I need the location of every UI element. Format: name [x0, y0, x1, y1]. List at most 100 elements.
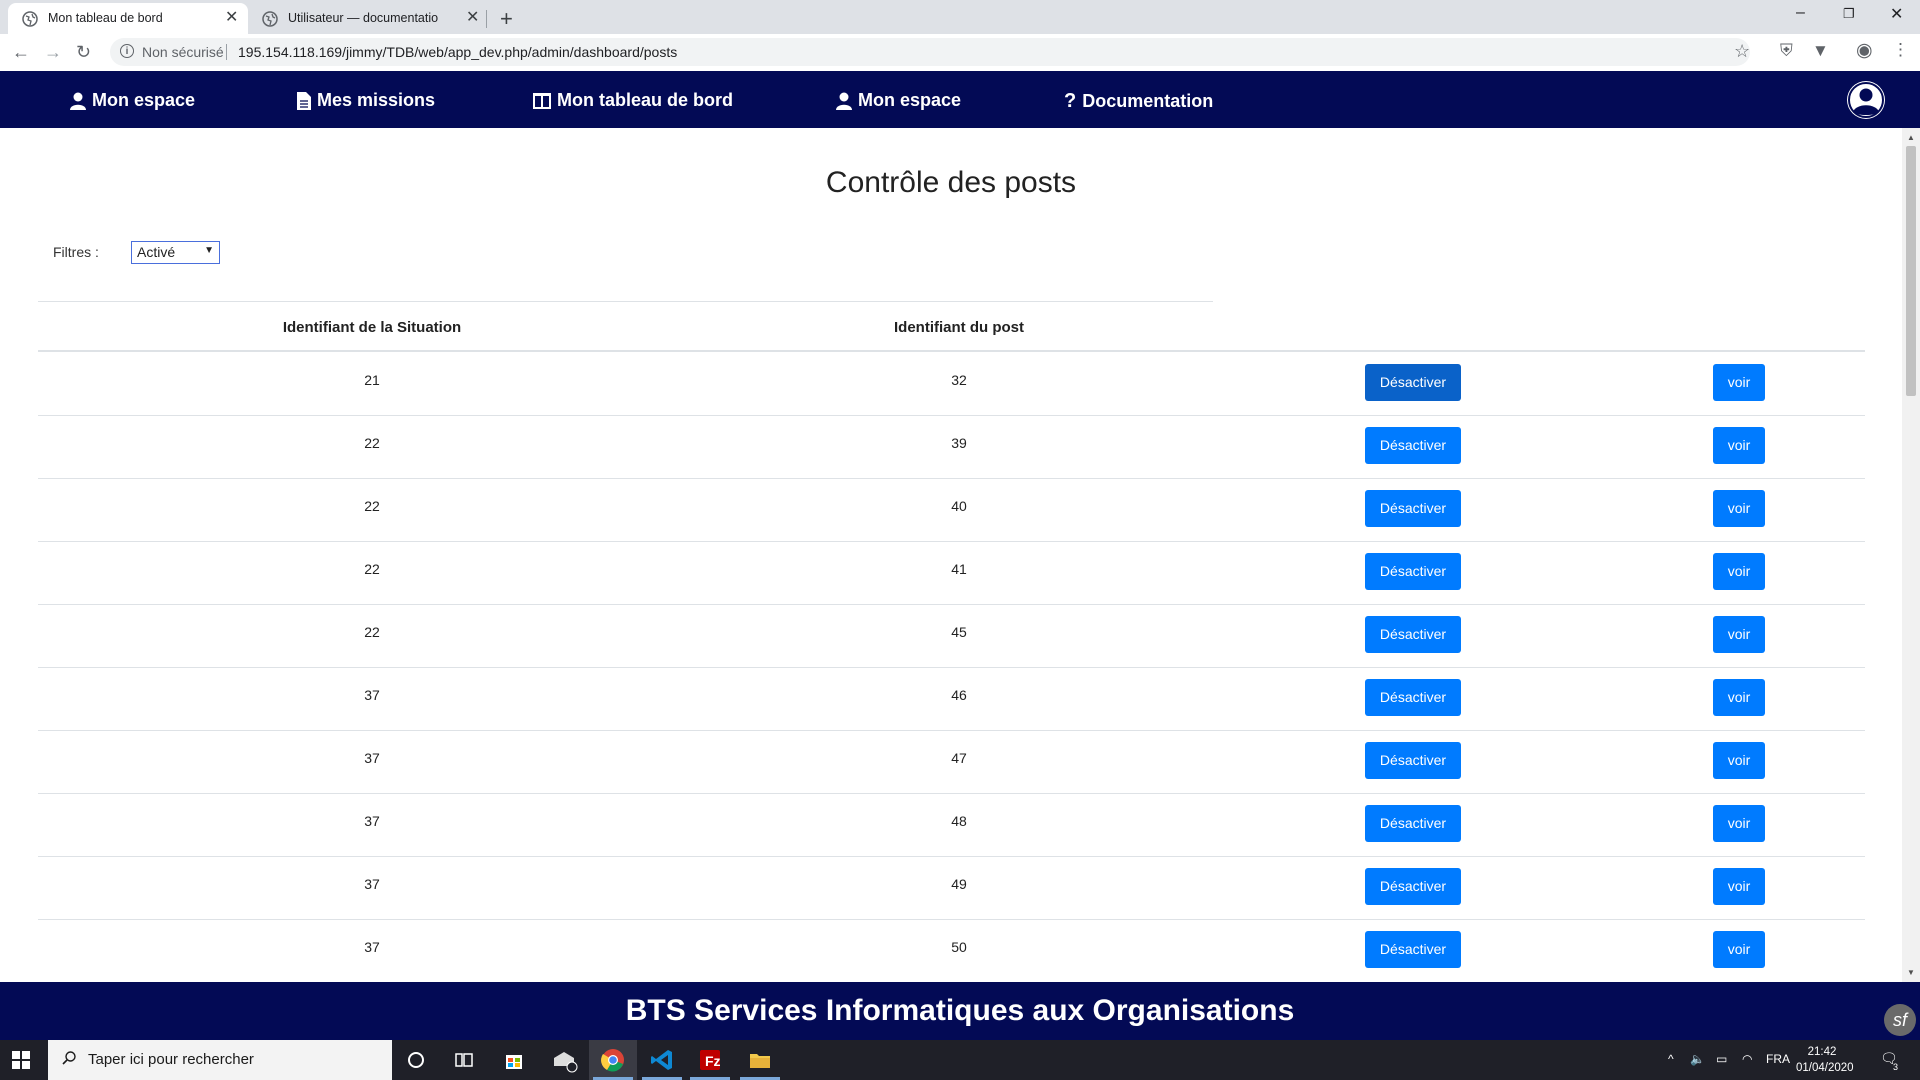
- scroll-down-icon[interactable]: ▼: [1907, 968, 1915, 977]
- symfony-toolbar-icon[interactable]: sf: [1884, 1004, 1916, 1036]
- scrollbar-thumb[interactable]: [1906, 146, 1916, 396]
- nav-item-mon-espace[interactable]: Mon espace: [70, 90, 195, 111]
- battery-icon[interactable]: ▭: [1716, 1052, 1727, 1066]
- view-button[interactable]: voir: [1713, 616, 1765, 653]
- view-button[interactable]: voir: [1713, 490, 1765, 527]
- table-top-border: [38, 301, 1213, 302]
- filter-select-value: Activé: [137, 244, 176, 260]
- extension-shield-icon[interactable]: ⛨: [1780, 41, 1793, 61]
- footer-text: BTS Services Informatiques aux Organisat…: [625, 994, 1295, 1027]
- browser-toolbar: ← → ↻ i Non sécurisé 195.154.118.169/jim…: [0, 34, 1920, 72]
- new-tab-icon[interactable]: +: [500, 6, 513, 32]
- deactivate-button[interactable]: Désactiver: [1365, 742, 1461, 779]
- scroll-up-icon[interactable]: ▲: [1907, 133, 1915, 142]
- task-view-icon[interactable]: [450, 1046, 478, 1074]
- nav-item-mon-espace-2[interactable]: Mon espace: [836, 90, 961, 111]
- table-row: 37 47 Désactiver voir: [38, 730, 1865, 794]
- main-content: Contrôle des posts Filtres : Activé ▼ Id…: [0, 128, 1902, 982]
- chrome-icon[interactable]: [599, 1046, 627, 1074]
- close-tab-icon[interactable]: ✕: [466, 10, 479, 26]
- menu-kebab-icon[interactable]: ⋮: [1892, 40, 1909, 60]
- columns-icon: [533, 92, 551, 109]
- view-button[interactable]: voir: [1713, 679, 1765, 716]
- volume-icon[interactable]: 🔈: [1690, 1052, 1705, 1066]
- close-window-icon[interactable]: ✕: [1890, 4, 1903, 24]
- clock[interactable]: 21:42 01/04/2020: [1796, 1044, 1854, 1076]
- view-button[interactable]: voir: [1713, 931, 1765, 968]
- nav-item-mes-missions[interactable]: Mes missions: [297, 90, 435, 111]
- taskbar-search-box[interactable]: Taper ici pour rechercher: [48, 1040, 392, 1080]
- extension-v-icon[interactable]: ▼: [1812, 41, 1829, 61]
- deactivate-button[interactable]: Désactiver: [1365, 805, 1461, 842]
- view-button[interactable]: voir: [1713, 553, 1765, 590]
- post-id-cell: 49: [951, 876, 967, 892]
- browser-tab-strip: Mon tableau de bord ✕ Utilisateur — docu…: [0, 0, 1920, 34]
- view-button[interactable]: voir: [1713, 805, 1765, 842]
- table-row: 37 48 Désactiver voir: [38, 793, 1865, 857]
- view-button[interactable]: voir: [1713, 742, 1765, 779]
- nav-label: Mon tableau de bord: [557, 90, 734, 110]
- post-id-cell: 41: [951, 561, 967, 577]
- view-button[interactable]: voir: [1713, 427, 1765, 464]
- tab-mon-tableau-de-bord[interactable]: Mon tableau de bord ✕: [8, 3, 248, 34]
- nav-item-documentation[interactable]: ? Documentation: [1064, 90, 1213, 113]
- profile-icon[interactable]: ◉: [1856, 39, 1873, 62]
- situation-id-cell: 37: [364, 876, 380, 892]
- windows-taskbar: Taper ici pour rechercher Fz ^ 🔈 ▭ ◠ FRA…: [0, 1040, 1920, 1080]
- post-id-cell: 47: [951, 750, 967, 766]
- situation-id-cell: 22: [364, 498, 380, 514]
- forward-icon[interactable]: →: [44, 42, 62, 63]
- cortana-icon[interactable]: [402, 1046, 430, 1074]
- filter-label: Filtres :: [53, 244, 99, 260]
- globe-icon: [22, 11, 38, 27]
- page-scrollbar[interactable]: ▲ ▼: [1902, 128, 1920, 982]
- deactivate-button[interactable]: Désactiver: [1365, 868, 1461, 905]
- reload-icon[interactable]: ↻: [76, 42, 91, 63]
- file-explorer-icon[interactable]: [746, 1046, 774, 1074]
- windows-start-icon[interactable]: [12, 1051, 30, 1069]
- site-footer: BTS Services Informatiques aux Organisat…: [0, 982, 1920, 1040]
- store-icon[interactable]: [500, 1046, 528, 1074]
- situation-id-cell: 37: [364, 750, 380, 766]
- address-bar[interactable]: i Non sécurisé 195.154.118.169/jimmy/TDB…: [110, 38, 1750, 66]
- vscode-icon[interactable]: [648, 1046, 676, 1074]
- user-avatar-icon[interactable]: [1847, 81, 1885, 119]
- tab-divider: [486, 10, 487, 28]
- language-indicator[interactable]: FRA: [1766, 1052, 1790, 1066]
- view-button[interactable]: voir: [1713, 868, 1765, 905]
- bookmark-star-icon[interactable]: ☆: [1734, 41, 1750, 62]
- nav-label: Documentation: [1082, 91, 1214, 111]
- post-id-cell: 45: [951, 624, 967, 640]
- nav-item-mon-tableau-de-bord[interactable]: Mon tableau de bord: [533, 90, 733, 111]
- post-id-cell: 39: [951, 435, 967, 451]
- tab-utilisateur-documentation[interactable]: Utilisateur — documentation Tab ✕: [248, 3, 486, 34]
- close-tab-icon[interactable]: ✕: [225, 10, 238, 26]
- search-placeholder: Taper ici pour rechercher: [88, 1051, 254, 1068]
- deactivate-button[interactable]: Désactiver: [1365, 490, 1461, 527]
- deactivate-button[interactable]: Désactiver: [1365, 553, 1461, 590]
- situation-id-cell: 37: [364, 687, 380, 703]
- deactivate-button[interactable]: Désactiver: [1365, 427, 1461, 464]
- minimize-icon[interactable]: –: [1796, 4, 1805, 22]
- deactivate-button[interactable]: Désactiver: [1365, 931, 1461, 968]
- filezilla-icon[interactable]: Fz: [696, 1046, 724, 1074]
- post-id-cell: 46: [951, 687, 967, 703]
- back-icon[interactable]: ←: [12, 42, 30, 63]
- info-icon[interactable]: i: [120, 44, 134, 58]
- mail-icon[interactable]: [550, 1046, 578, 1074]
- filter-select[interactable]: Activé ▼: [131, 241, 220, 264]
- post-id-cell: 48: [951, 813, 967, 829]
- situation-id-cell: 21: [364, 372, 380, 388]
- wifi-icon[interactable]: ◠: [1742, 1052, 1752, 1066]
- nav-label: Mon espace: [858, 90, 962, 110]
- tray-expand-icon[interactable]: ^: [1668, 1052, 1674, 1066]
- url-text[interactable]: 195.154.118.169/jimmy/TDB/web/app_dev.ph…: [238, 44, 677, 60]
- view-button[interactable]: voir: [1713, 364, 1765, 401]
- user-icon: [70, 92, 86, 110]
- restore-icon[interactable]: ❐: [1843, 6, 1855, 22]
- post-id-cell: 40: [951, 498, 967, 514]
- deactivate-button[interactable]: Désactiver: [1365, 679, 1461, 716]
- deactivate-button[interactable]: Désactiver: [1365, 364, 1461, 401]
- deactivate-button[interactable]: Désactiver: [1365, 616, 1461, 653]
- file-icon: [297, 91, 311, 110]
